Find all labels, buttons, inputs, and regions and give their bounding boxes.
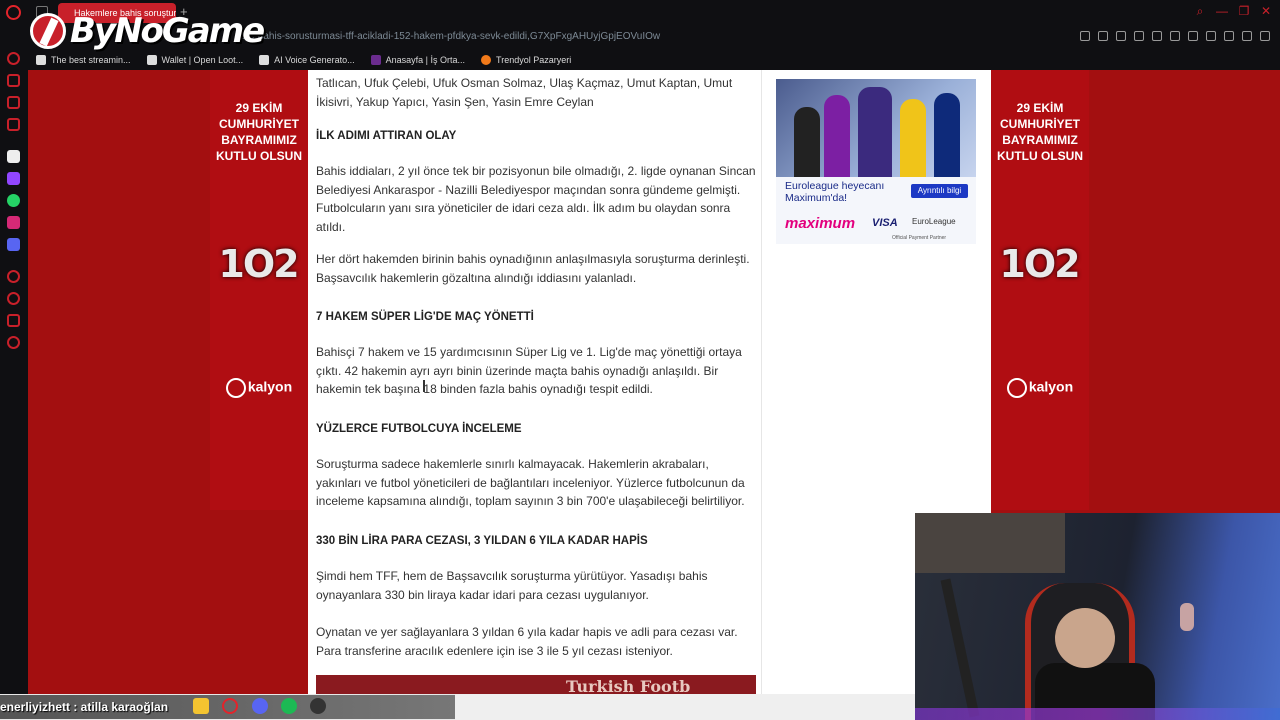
cube-icon[interactable]: [1224, 31, 1234, 41]
url-field[interactable]: ere-bahis-sorusturmasi-tff-acikladi-152-…: [240, 31, 660, 42]
watermark-logo-icon: [30, 13, 66, 49]
aria-icon[interactable]: [7, 150, 20, 163]
section-heading: YÜZLERCE FUTBOLCUYA İNCELEME: [316, 423, 522, 435]
player-figure: [934, 93, 960, 177]
bookmark-favicon-icon: [481, 55, 492, 65]
ad-headline: 29 EKİM CUMHURİYET BAYRAMIMIZ KUTLU OLSU…: [997, 101, 1083, 163]
taskbar-right: [455, 694, 915, 720]
opera-logo-icon[interactable]: [6, 5, 21, 20]
snapshot-icon[interactable]: [1116, 31, 1126, 41]
mail-icon[interactable]: [7, 118, 20, 131]
spotify-icon[interactable]: [281, 698, 297, 714]
extensions-icon[interactable]: [7, 314, 20, 327]
browser-window: Hakemlere bahis soruşturma + ⌕ — ❐ ✕ ere…: [0, 0, 1280, 720]
right-side-ad[interactable]: 29 EKİM CUMHURİYET BAYRAMIMIZ KUTLU OLSU…: [991, 70, 1089, 510]
kalyon-logo: kalyon: [991, 378, 1089, 398]
bookmark-favicon-icon: [36, 55, 46, 65]
article-image[interactable]: Turkish Footb: [316, 675, 756, 694]
instagram-icon[interactable]: [7, 216, 20, 229]
section-heading: 330 BİN LİRA PARA CEZASI, 3 YILDAN 6 YIL…: [316, 535, 648, 547]
kalyon-icon: [1006, 378, 1027, 398]
webcam-led-strip: [915, 708, 1280, 720]
close-icon[interactable]: ✕: [1260, 4, 1272, 19]
settings-icon[interactable]: [7, 336, 20, 349]
article-paragraph: Şimdi hem TFF, hem de Başsavcılık soruşt…: [316, 569, 708, 602]
discord-taskbar-icon[interactable]: [252, 698, 268, 714]
bookmark-item[interactable]: Wallet | Open Loot...: [146, 55, 243, 65]
section-heading: 7 HAKEM SÜPER LİG'DE MAÇ YÖNETTİ: [316, 311, 534, 323]
player-figure: [900, 99, 926, 177]
article-paragraph: Bahis iddiaları, 2 yıl önce tek bir pozi…: [316, 164, 756, 234]
article-paragraph: Soruşturma sadece hakemlerle sınırlı kal…: [316, 457, 745, 508]
gx-corner-icon[interactable]: [7, 52, 20, 65]
text-cursor: [423, 380, 425, 392]
grid-icon[interactable]: [1152, 31, 1162, 41]
bookmark-item[interactable]: Anasayfa | İş Orta...: [370, 55, 465, 65]
play-icon[interactable]: [1170, 31, 1180, 41]
euroleague-promo-ad[interactable]: Euroleague heyecanı Maximum'da! Ayrıntıl…: [776, 79, 976, 244]
section-heading: İLK ADIMI ATTIRAN OLAY: [316, 130, 457, 142]
window-controls: ⌕ — ❐ ✕: [1194, 4, 1272, 19]
pin-icon[interactable]: [1098, 31, 1108, 41]
webcam-shelf: [915, 513, 1065, 573]
maximum-logo: maximum: [785, 215, 856, 232]
history-icon[interactable]: [7, 292, 20, 305]
sidebar-toggle-icon[interactable]: [1080, 31, 1090, 41]
watermark-text: ByNoGame: [70, 11, 265, 51]
player-figure: [794, 107, 820, 177]
kalyon-icon: [225, 378, 246, 398]
extension-toolbar: [1080, 31, 1270, 41]
player-figure: [858, 87, 892, 177]
euroleague-sub: Official Payment Partner: [892, 235, 947, 241]
obs-icon[interactable]: [310, 698, 326, 714]
file-explorer-icon[interactable]: [193, 698, 209, 714]
bookmark-favicon-icon: [370, 55, 381, 65]
puzzle-icon[interactable]: [1206, 31, 1216, 41]
heart-icon[interactable]: [1188, 31, 1198, 41]
article-column: Tatlıcan, Ufuk Çelebi, Ufuk Osman Solmaz…: [308, 70, 761, 694]
shield-icon[interactable]: [1134, 31, 1144, 41]
article-paragraph: Tatlıcan, Ufuk Çelebi, Ufuk Osman Solmaz…: [316, 76, 733, 109]
webcam-mic: [1180, 603, 1194, 631]
republic-emblem: 1O2: [218, 242, 299, 286]
discord-icon[interactable]: [7, 238, 20, 251]
webcam-overlay: [915, 513, 1280, 720]
visa-logo: VISA: [872, 217, 898, 229]
download-icon[interactable]: [1242, 31, 1252, 41]
bookmark-favicon-icon: [146, 55, 157, 65]
ad-headline: 29 EKİM CUMHURİYET BAYRAMIMIZ KUTLU OLSU…: [216, 101, 302, 163]
article-paragraph: Oynatan ve yer sağlayanlara 3 yıldan 6 y…: [316, 625, 738, 658]
bookmark-favicon-icon: [259, 55, 270, 65]
browser-sidebar: [0, 26, 28, 694]
whatsapp-icon[interactable]: [7, 194, 20, 207]
article-paragraph: Her dört hakemden birinin bahis oynadığı…: [316, 252, 750, 285]
ticker-text: enerliyizhett : atilla karaoğlan: [0, 700, 169, 714]
promo-headline: Euroleague heyecanı Maximum'da!: [785, 180, 885, 204]
bookmark-item[interactable]: Trendyol Pazaryeri: [481, 55, 571, 65]
player-icon[interactable]: [7, 270, 20, 283]
republic-emblem: 1O2: [999, 242, 1080, 286]
bag-icon[interactable]: [7, 74, 20, 87]
bookmark-item[interactable]: The best streamin...: [36, 55, 131, 65]
maximize-icon[interactable]: ❐: [1238, 4, 1250, 19]
minimize-icon[interactable]: —: [1216, 4, 1228, 19]
player-figure: [824, 95, 850, 177]
search-icon[interactable]: ⌕: [1194, 4, 1206, 19]
article-paragraph: Bahisçi 7 hakem ve 15 yardımcısının Süpe…: [316, 345, 742, 396]
promo-details-button[interactable]: Ayrıntılı bilgi: [911, 184, 968, 198]
tv-icon[interactable]: [7, 96, 20, 109]
bookmark-item[interactable]: AI Voice Generato...: [259, 55, 355, 65]
twitch-icon[interactable]: [7, 172, 20, 185]
left-side-ad[interactable]: 29 EKİM CUMHURİYET BAYRAMIMIZ KUTLU OLSU…: [210, 70, 308, 510]
kalyon-logo: kalyon: [210, 378, 308, 398]
webcam-person-head: [1055, 608, 1115, 668]
euroleague-logo: EuroLeague: [912, 217, 956, 226]
menu-icon[interactable]: [1260, 31, 1270, 41]
streamer-watermark: ByNoGame: [30, 8, 265, 54]
opera-gx-icon[interactable]: [222, 698, 238, 714]
article-image-caption: Turkish Footb: [566, 677, 691, 694]
promo-players-photo: [776, 79, 976, 177]
